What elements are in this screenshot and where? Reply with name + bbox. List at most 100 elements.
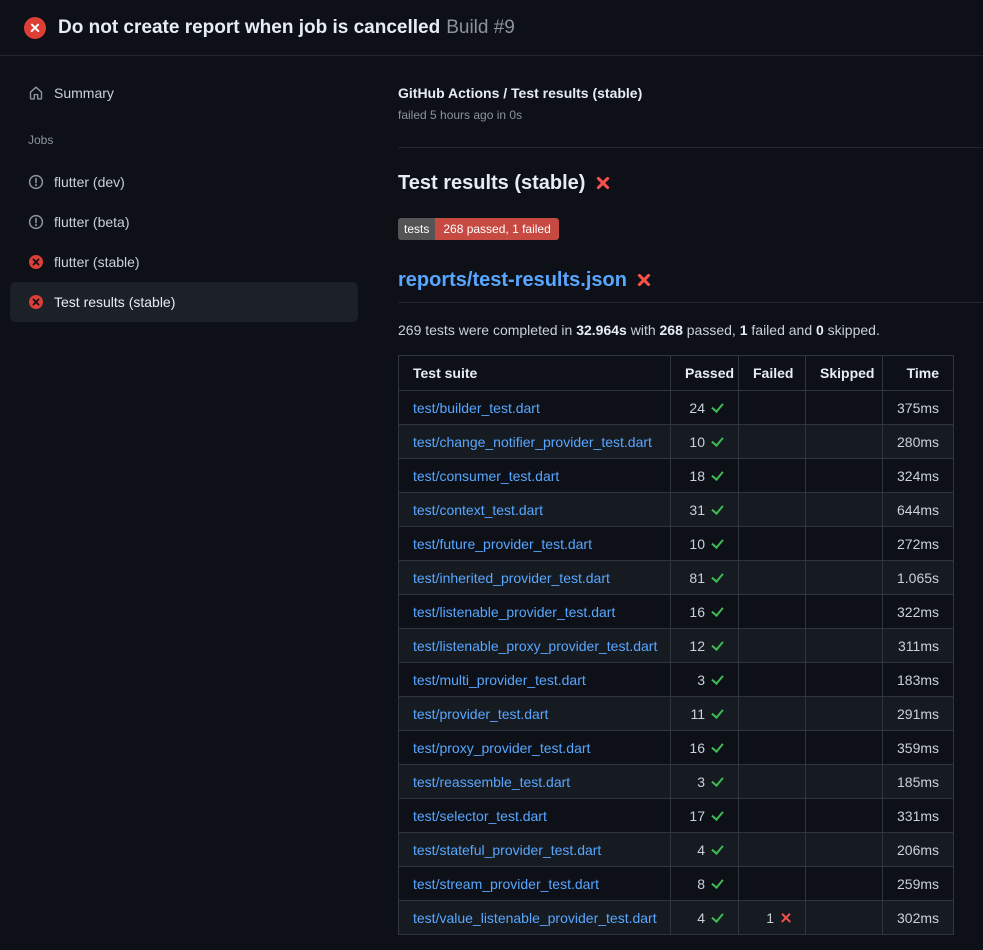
passed-cell: 16 <box>671 731 739 765</box>
summary-duration: 32.964s <box>576 322 627 338</box>
passed-cell: 17 <box>671 799 739 833</box>
passed-cell: 4 <box>671 901 739 935</box>
sidebar-item-test-results-stable[interactable]: Test results (stable) <box>10 282 358 322</box>
test-suite-link[interactable]: test/reassemble_test.dart <box>413 774 570 790</box>
failed-cell <box>739 833 806 867</box>
skipped-cell <box>806 561 883 595</box>
passed-cell: 10 <box>671 425 739 459</box>
table-row: test/reassemble_test.dart3185ms <box>399 765 954 799</box>
test-suite-link[interactable]: test/proxy_provider_test.dart <box>413 740 590 756</box>
check-icon <box>711 911 724 924</box>
summary-text: passed, <box>683 322 740 338</box>
suite-cell: test/builder_test.dart <box>399 391 671 425</box>
section-title: Test results (stable) <box>398 170 983 196</box>
suite-cell: test/stream_provider_test.dart <box>399 867 671 901</box>
test-suite-link[interactable]: test/builder_test.dart <box>413 400 540 416</box>
passed-cell: 31 <box>671 493 739 527</box>
time-cell: 644ms <box>883 493 954 527</box>
time-cell: 359ms <box>883 731 954 765</box>
passed-cell: 24 <box>671 391 739 425</box>
tests-badge: tests 268 passed, 1 failed <box>398 218 559 240</box>
failed-cell: 1 <box>739 901 806 935</box>
test-suite-link[interactable]: test/inherited_provider_test.dart <box>413 570 610 586</box>
results-table-body: test/builder_test.dart 24 375ms test/change… <box>399 391 954 935</box>
test-suite-link[interactable]: test/provider_test.dart <box>413 706 548 722</box>
time-cell: 302ms <box>883 901 954 935</box>
report-title: reports/test-results.json <box>398 267 983 303</box>
suite-cell: test/context_test.dart <box>399 493 671 527</box>
time-cell: 206ms <box>883 833 954 867</box>
failed-cell <box>739 629 806 663</box>
time-cell: 324ms <box>883 459 954 493</box>
test-suite-link[interactable]: test/stream_provider_test.dart <box>413 876 599 892</box>
build-number: Build #9 <box>446 17 515 38</box>
passed-cell: 81 <box>671 561 739 595</box>
failed-cell <box>739 493 806 527</box>
table-row: test/consumer_test.dart18324ms <box>399 459 954 493</box>
skipped-cell <box>806 629 883 663</box>
skipped-cell <box>806 425 883 459</box>
time-cell: 375ms <box>883 391 954 425</box>
table-row: test/proxy_provider_test.dart 16 359ms <box>399 731 954 765</box>
passed-cell: 4 <box>671 833 739 867</box>
column-header-passed: Passed <box>671 356 739 391</box>
suite-cell: test/inherited_provider_test.dart <box>399 561 671 595</box>
table-header-row: Test suite Passed Failed Skipped Time <box>399 356 954 391</box>
sidebar-item-label: Test results (stable) <box>54 294 175 310</box>
sidebar-item-summary[interactable]: Summary <box>10 76 358 110</box>
passed-cell: 3 <box>671 765 739 799</box>
sidebar-item-flutter-dev[interactable]: flutter (dev) <box>10 162 358 202</box>
skipped-cell <box>806 833 883 867</box>
page-content: Summary Jobs flutter (dev) flutter (beta… <box>0 56 983 950</box>
check-icon <box>711 741 724 754</box>
failed-x-icon <box>637 273 652 288</box>
time-cell: 311ms <box>883 629 954 663</box>
time-cell: 322ms <box>883 595 954 629</box>
test-suite-link[interactable]: test/multi_provider_test.dart <box>413 672 586 688</box>
sidebar-item-flutter-stable[interactable]: flutter (stable) <box>10 242 358 282</box>
table-row: test/stream_provider_test.dart8259ms <box>399 867 954 901</box>
x-icon <box>780 913 791 924</box>
passed-cell: 8 <box>671 867 739 901</box>
check-icon <box>711 843 724 856</box>
check-icon <box>711 537 724 550</box>
skipped-cell <box>806 391 883 425</box>
report-file-link[interactable]: reports/test-results.json <box>398 267 627 293</box>
check-icon <box>711 673 724 686</box>
failed-cell <box>739 697 806 731</box>
summary-text: failed and <box>748 322 817 338</box>
test-suite-link[interactable]: test/stateful_provider_test.dart <box>413 842 601 858</box>
failed-cell <box>739 459 806 493</box>
suite-cell: test/value_listenable_provider_test.dart <box>399 901 671 935</box>
test-suite-link[interactable]: test/consumer_test.dart <box>413 468 559 484</box>
failed-cell <box>739 799 806 833</box>
skipped-cell <box>806 765 883 799</box>
skipped-cell <box>806 867 883 901</box>
check-icon <box>711 435 724 448</box>
check-icon <box>711 401 724 414</box>
tests-summary: 269 tests were completed in 32.964s with… <box>398 321 983 339</box>
summary-text: 269 tests were completed in <box>398 322 576 338</box>
test-suite-link[interactable]: test/listenable_provider_test.dart <box>413 604 615 620</box>
test-suite-link[interactable]: test/context_test.dart <box>413 502 543 518</box>
passed-cell: 11 <box>671 697 739 731</box>
failed-cell <box>739 561 806 595</box>
sidebar-item-label: Summary <box>54 85 114 101</box>
failed-x-icon <box>595 176 610 191</box>
sidebar-item-flutter-beta[interactable]: flutter (beta) <box>10 202 358 242</box>
failed-cell <box>739 527 806 561</box>
test-suite-link[interactable]: test/future_provider_test.dart <box>413 536 592 552</box>
test-suite-link[interactable]: test/selector_test.dart <box>413 808 547 824</box>
sidebar-item-label: flutter (dev) <box>54 174 125 190</box>
jobs-list: flutter (dev) flutter (beta) flutter (st… <box>10 162 358 322</box>
breadcrumb: GitHub Actions / Test results (stable) <box>398 84 983 102</box>
page-title: Do not create report when job is cancell… <box>58 17 515 39</box>
skipped-cell <box>806 731 883 765</box>
test-suite-link[interactable]: test/change_notifier_provider_test.dart <box>413 434 652 450</box>
passed-cell: 3 <box>671 663 739 697</box>
summary-text: skipped. <box>824 322 880 338</box>
test-suite-link[interactable]: test/listenable_proxy_provider_test.dart <box>413 638 657 654</box>
table-row: test/stateful_provider_test.dart 4 206ms <box>399 833 954 867</box>
skipped-cell <box>806 901 883 935</box>
test-suite-link[interactable]: test/value_listenable_provider_test.dart <box>413 910 657 926</box>
